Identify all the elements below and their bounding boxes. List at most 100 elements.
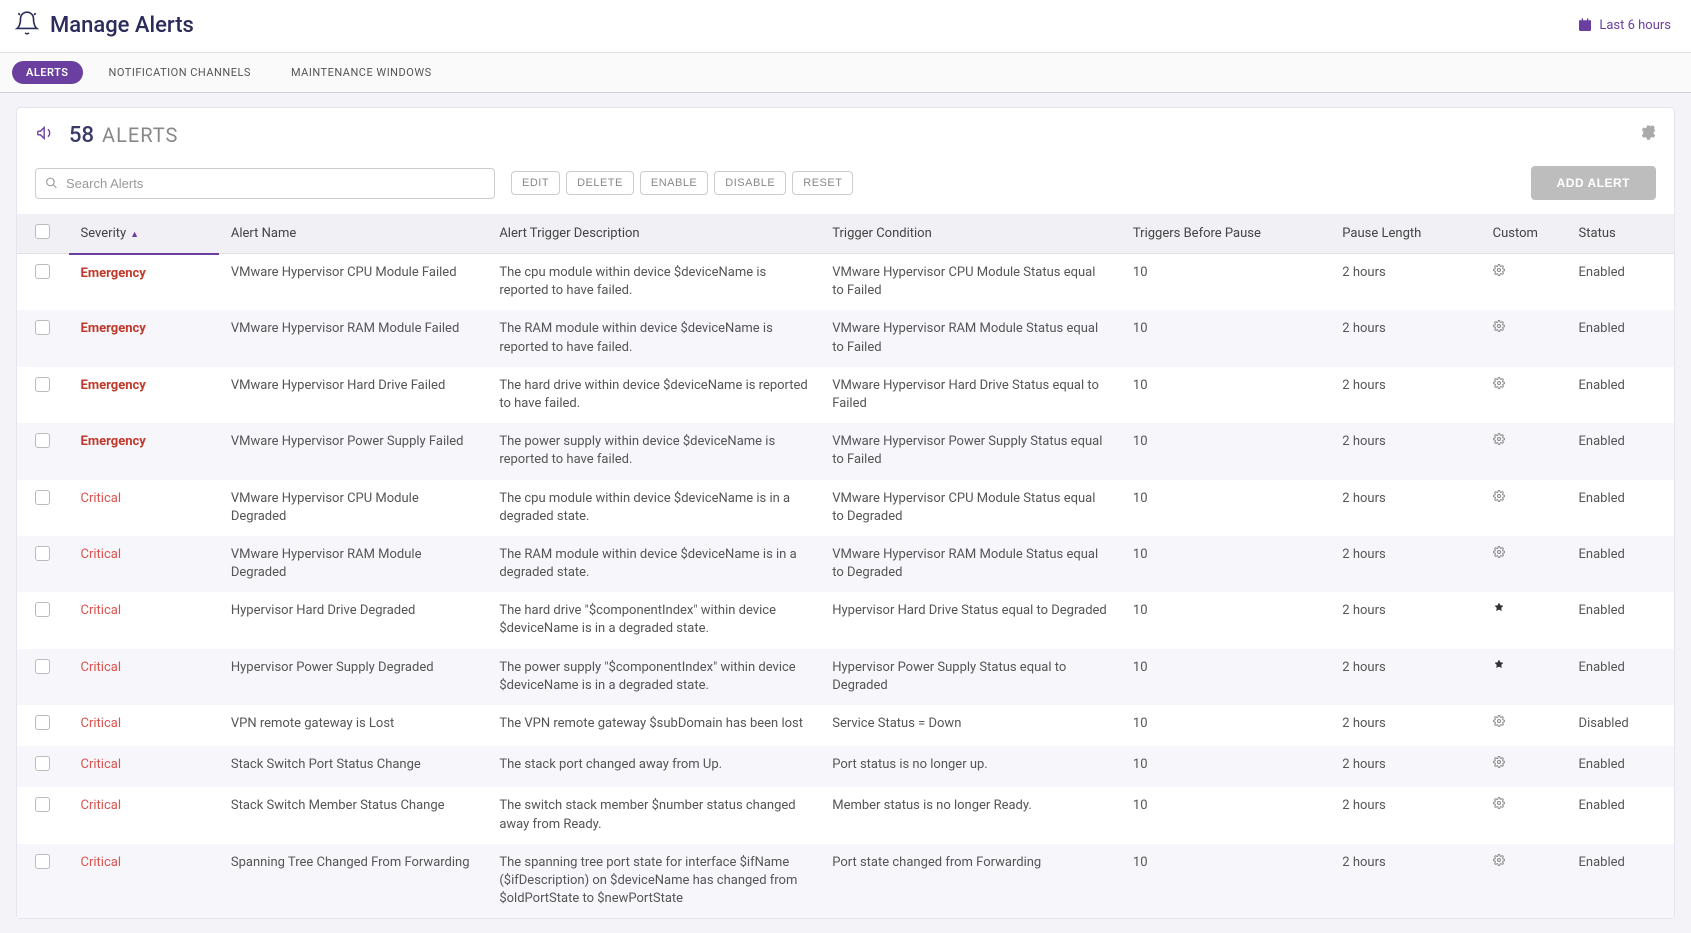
- table-row[interactable]: EmergencyVMware Hypervisor CPU Module Fa…: [17, 254, 1674, 311]
- reset-button[interactable]: RESET: [792, 171, 853, 195]
- alert-name: Stack Switch Member Status Change: [219, 787, 487, 843]
- table-row[interactable]: Critical VMware Hypervisor CPU Module Deg…: [17, 480, 1674, 536]
- triggers-before-pause: 10: [1121, 254, 1330, 311]
- alert-name: VMware Hypervisor RAM Module Degraded: [219, 536, 487, 592]
- row-checkbox[interactable]: [35, 602, 50, 617]
- trigger-cond: Member status is no longer Ready.: [820, 787, 1121, 843]
- row-checkbox[interactable]: [35, 320, 50, 335]
- status-label: Enabled: [1567, 310, 1674, 366]
- custom-gear-icon: [1493, 491, 1505, 506]
- alert-name: VMware Hypervisor RAM Module Failed: [219, 310, 487, 366]
- custom-gear-icon: [1493, 434, 1505, 449]
- alert-desc: The switch stack member $number status c…: [487, 787, 820, 843]
- alert-desc: The cpu module within device $deviceName…: [487, 254, 820, 311]
- alert-desc: The stack port changed away from Up.: [487, 746, 820, 787]
- row-checkbox[interactable]: [35, 756, 50, 771]
- table-row[interactable]: Critical Stack Switch Port Status ChangeT…: [17, 746, 1674, 787]
- col-severity[interactable]: Severity▲: [69, 214, 219, 254]
- severity-label: Critical: [81, 491, 121, 506]
- row-checkbox[interactable]: [35, 715, 50, 730]
- col-trigger-desc[interactable]: Alert Trigger Description: [487, 214, 820, 254]
- row-checkbox[interactable]: [35, 546, 50, 561]
- custom-gear-icon: [1493, 547, 1505, 562]
- table-row[interactable]: CriticalHypervisor Hard Drive DegradedTh…: [17, 592, 1674, 648]
- sort-asc-icon: ▲: [130, 230, 139, 240]
- severity-label: Critical: [81, 855, 121, 870]
- table-row[interactable]: CriticalVPN remote gateway is LostThe VP…: [17, 705, 1674, 746]
- page-header: Manage Alerts Last 6 hours: [0, 0, 1691, 53]
- edit-button[interactable]: EDIT: [511, 171, 560, 195]
- alerts-card: 58 ALERTS EDIT DELETE ENABLE DISABLE RES…: [16, 107, 1675, 919]
- custom-gear-icon: [1493, 716, 1505, 731]
- alert-desc: The RAM module within device $deviceName…: [487, 536, 820, 592]
- pause-length: 2 hours: [1330, 480, 1480, 536]
- row-checkbox[interactable]: [35, 797, 50, 812]
- alert-name: VMware Hypervisor CPU Module Degraded: [219, 480, 487, 536]
- row-checkbox[interactable]: [35, 264, 50, 279]
- alert-desc: The VPN remote gateway $subDomain has be…: [487, 705, 820, 746]
- row-checkbox[interactable]: [35, 854, 50, 869]
- col-trigger-cond[interactable]: Trigger Condition: [820, 214, 1121, 254]
- trigger-cond: Hypervisor Hard Drive Status equal to De…: [820, 592, 1121, 648]
- status-label: Enabled: [1567, 787, 1674, 843]
- col-custom[interactable]: Custom: [1481, 214, 1567, 254]
- table-row[interactable]: EmergencyVMware Hypervisor Power Supply …: [17, 423, 1674, 479]
- status-label: Enabled: [1567, 536, 1674, 592]
- alert-desc: The hard drive "$componentIndex" within …: [487, 592, 820, 648]
- search-input[interactable]: [35, 168, 495, 199]
- status-label: Enabled: [1567, 254, 1674, 311]
- status-label: Enabled: [1567, 649, 1674, 705]
- row-checkbox[interactable]: [35, 433, 50, 448]
- triggers-before-pause: 10: [1121, 592, 1330, 648]
- alert-desc: The power supply "$componentIndex" withi…: [487, 649, 820, 705]
- alerts-table: Severity▲ Alert Name Alert Trigger Descr…: [17, 214, 1674, 918]
- severity-label: Critical: [81, 603, 121, 618]
- pause-length: 2 hours: [1330, 649, 1480, 705]
- table-row[interactable]: Critical Stack Switch Member Status Chang…: [17, 787, 1674, 843]
- disable-button[interactable]: DISABLE: [714, 171, 786, 195]
- custom-gear-icon: [1493, 265, 1505, 280]
- tab-alerts[interactable]: ALERTS: [12, 61, 83, 84]
- trigger-cond: VMware Hypervisor RAM Module Status equa…: [820, 536, 1121, 592]
- row-checkbox[interactable]: [35, 659, 50, 674]
- tab-notification-channels[interactable]: NOTIFICATION CHANNELS: [95, 61, 265, 84]
- megaphone-icon: [35, 122, 69, 148]
- time-range-label: Last 6 hours: [1599, 18, 1671, 33]
- col-alert-name[interactable]: Alert Name: [219, 214, 487, 254]
- add-alert-button[interactable]: ADD ALERT: [1531, 166, 1656, 200]
- alert-name: VPN remote gateway is Lost: [219, 705, 487, 746]
- triggers-before-pause: 10: [1121, 649, 1330, 705]
- col-pause-length[interactable]: Pause Length: [1330, 214, 1480, 254]
- alert-desc: The spanning tree port state for interfa…: [487, 844, 820, 919]
- table-row[interactable]: Critical Spanning Tree Changed From Forwa…: [17, 844, 1674, 919]
- time-range-selector[interactable]: Last 6 hours: [1577, 17, 1671, 33]
- tab-maintenance-windows[interactable]: MAINTENANCE WINDOWS: [277, 61, 446, 84]
- delete-button[interactable]: DELETE: [566, 171, 634, 195]
- trigger-cond: Service Status = Down: [820, 705, 1121, 746]
- alert-name: VMware Hypervisor Power Supply Failed: [219, 423, 487, 479]
- severity-label: Emergency: [81, 266, 146, 281]
- custom-gear-icon: [1493, 855, 1505, 870]
- alert-name: Hypervisor Power Supply Degraded: [219, 649, 487, 705]
- row-checkbox[interactable]: [35, 490, 50, 505]
- table-row[interactable]: CriticalVMware Hypervisor RAM Module Deg…: [17, 536, 1674, 592]
- card-settings-icon[interactable]: [1638, 124, 1656, 146]
- severity-label: Critical: [81, 798, 121, 813]
- row-checkbox[interactable]: [35, 377, 50, 392]
- alert-name: VMware Hypervisor Hard Drive Failed: [219, 367, 487, 423]
- select-all-checkbox[interactable]: [35, 224, 50, 239]
- col-status[interactable]: Status: [1567, 214, 1674, 254]
- status-label: Enabled: [1567, 367, 1674, 423]
- alert-name: Spanning Tree Changed From Forwarding: [219, 844, 487, 919]
- severity-label: Critical: [81, 757, 121, 772]
- table-row[interactable]: CriticalHypervisor Power Supply Degraded…: [17, 649, 1674, 705]
- table-row[interactable]: EmergencyVMware Hypervisor RAM Module Fa…: [17, 310, 1674, 366]
- triggers-before-pause: 10: [1121, 844, 1330, 919]
- search-icon: [45, 177, 58, 190]
- alert-name: Stack Switch Port Status Change: [219, 746, 487, 787]
- col-triggers-before-pause[interactable]: Triggers Before Pause: [1121, 214, 1330, 254]
- enable-button[interactable]: ENABLE: [640, 171, 708, 195]
- trigger-cond: VMware Hypervisor CPU Module Status equa…: [820, 254, 1121, 311]
- alert-desc: The RAM module within device $deviceName…: [487, 310, 820, 366]
- table-row[interactable]: EmergencyVMware Hypervisor Hard Drive Fa…: [17, 367, 1674, 423]
